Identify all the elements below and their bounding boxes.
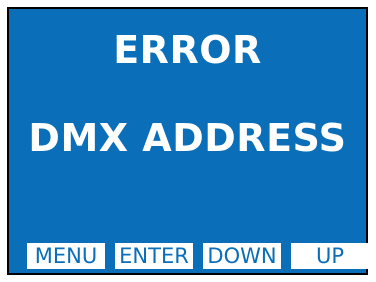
lcd-display-panel: ERROR DMX ADDRESS MENU ENTER DOWN UP [7,7,369,275]
error-heading: ERROR [113,28,262,72]
error-message: DMX ADDRESS [28,116,347,160]
up-button[interactable]: UP [291,243,369,269]
menu-button[interactable]: MENU [27,243,105,269]
enter-button[interactable]: ENTER [115,243,193,269]
softkey-bar: MENU ENTER DOWN UP [9,239,369,273]
down-button[interactable]: DOWN [203,243,281,269]
